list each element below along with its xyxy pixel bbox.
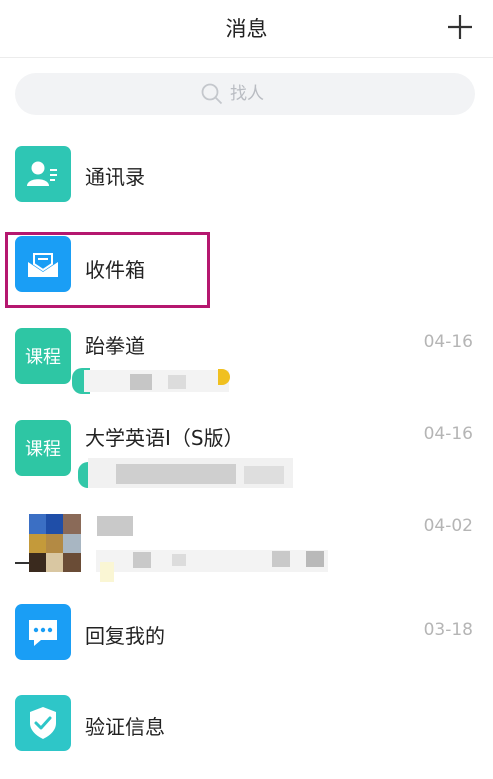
- blurred-preview: [84, 370, 229, 392]
- item-title: 跆拳道: [85, 334, 145, 358]
- shield-icon-box: [15, 695, 71, 751]
- search-icon: [201, 83, 223, 105]
- list-item-replies[interactable]: 回复我的 03-18: [0, 588, 493, 680]
- app-header: 消息: [0, 0, 493, 58]
- blurred-preview: [96, 550, 328, 572]
- course-badge-label: 课程: [25, 347, 61, 368]
- list-item-verification[interactable]: 验证信息: [0, 680, 493, 772]
- blurred-preview: [244, 466, 284, 484]
- chat-icon-box: [15, 604, 71, 660]
- blurred-preview: [168, 375, 186, 389]
- item-date: 03-18: [423, 620, 473, 640]
- item-date: 04-02: [423, 516, 473, 536]
- search-input[interactable]: [230, 84, 290, 104]
- blurred-preview: [272, 551, 290, 567]
- list-item-course-english[interactable]: 课程 大学英语Ⅰ（S版） 04-16: [0, 404, 493, 496]
- course-badge-label: 课程: [25, 439, 61, 460]
- item-date: 04-16: [423, 424, 473, 444]
- search-bar[interactable]: [15, 73, 475, 115]
- blurred-preview: [306, 551, 324, 567]
- blurred-preview: [130, 374, 152, 390]
- page-title: 消息: [225, 17, 268, 41]
- item-title: 回复我的: [85, 624, 165, 648]
- item-title: 通讯录: [85, 165, 145, 189]
- blurred-preview: [133, 552, 151, 568]
- plus-icon: [448, 15, 472, 39]
- blurred-name: [97, 516, 133, 536]
- avatar: [15, 514, 81, 572]
- course-badge: 课程: [15, 328, 71, 384]
- add-button[interactable]: [445, 12, 475, 42]
- blurred-preview: [172, 554, 186, 566]
- contacts-icon-box: [15, 146, 71, 202]
- blurred-preview: [100, 562, 114, 582]
- list-item-contact[interactable]: 04-02: [0, 496, 493, 588]
- course-badge: 课程: [15, 420, 71, 476]
- list-item-contacts[interactable]: 通讯录: [0, 128, 493, 220]
- list-item-course-taekwondo[interactable]: 课程 跆拳道 04-16: [0, 312, 493, 404]
- shield-check-icon: [30, 707, 56, 739]
- item-title: 大学英语Ⅰ（S版）: [85, 426, 244, 450]
- contacts-icon: [27, 161, 57, 186]
- chat-icon: [29, 620, 57, 646]
- item-title: 验证信息: [85, 715, 165, 739]
- blurred-preview: [116, 464, 236, 484]
- selection-highlight: [5, 232, 210, 308]
- item-date: 04-16: [423, 332, 473, 352]
